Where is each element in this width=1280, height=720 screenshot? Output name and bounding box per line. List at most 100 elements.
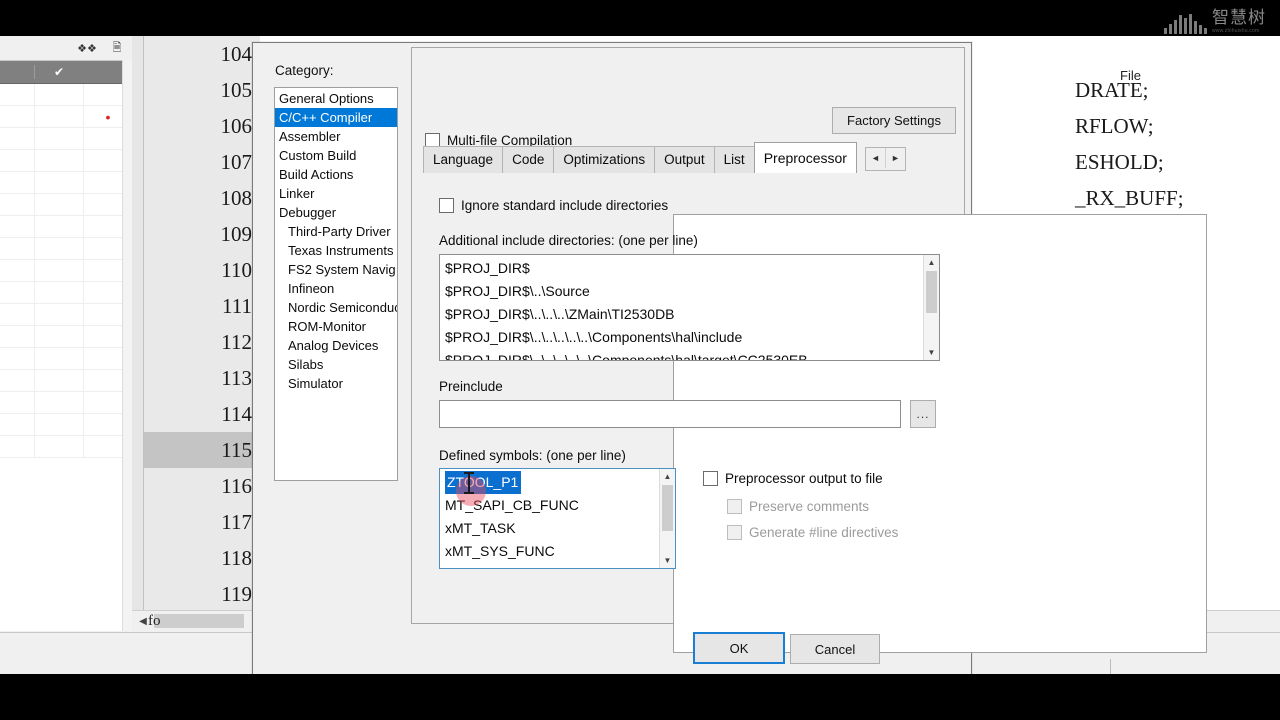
workspace-overview-icon[interactable]: ❖❖ (72, 37, 102, 59)
category-item-fs2-system-navig[interactable]: FS2 System Navig (275, 260, 397, 279)
preinclude-input[interactable] (439, 400, 901, 428)
preinclude-label: Preinclude (439, 379, 503, 394)
workspace-file-row[interactable] (0, 282, 132, 304)
generate-line-directives-row: Generate #line directives (727, 525, 898, 540)
category-item-nordic-semiconduc[interactable]: Nordic Semiconduc (275, 298, 397, 317)
workspace-file-row[interactable]: cstartu... (0, 392, 132, 414)
symbols-scroll-up-icon[interactable]: ▲ (660, 469, 675, 484)
category-item-c-c-compiler[interactable]: C/C++ Compiler (275, 108, 397, 127)
defined-symbol-row[interactable]: xMT_TASK (443, 517, 660, 540)
defined-symbol-row[interactable]: MT_SAPI_CB_FUNC (443, 494, 660, 517)
cancel-button[interactable]: Cancel (790, 634, 880, 664)
editor-breakpoint-bar[interactable] (132, 36, 144, 631)
include-scroll-track[interactable] (924, 270, 939, 345)
tab-optimizations[interactable]: Optimizations (553, 146, 656, 173)
add-files-icon[interactable]: 🗎 (102, 37, 132, 59)
tab-next-icon[interactable]: ► (886, 148, 905, 168)
defined-symbol-item[interactable]: MT_SAPI_CB_FUNC (445, 497, 579, 513)
include-directory-item[interactable]: $PROJ_DIR$\..\..\..\ZMain\TI2530DB (443, 303, 924, 326)
defined-symbol-row[interactable]: ZTOOL_P1 (443, 471, 660, 494)
workspace-file-row[interactable]: pp.h (0, 128, 132, 150)
workspace-file-row[interactable] (0, 238, 132, 260)
include-scroll-up-icon[interactable]: ▲ (924, 255, 939, 270)
category-item-assembler[interactable]: Assembler (275, 127, 397, 146)
symbols-scroll-down-icon[interactable]: ▼ (660, 553, 675, 568)
category-item-infineon[interactable]: Infineon (275, 279, 397, 298)
letterbox-top: 智慧树 www.zhihuishu.com (0, 0, 1280, 36)
defined-symbols-label: Defined symbols: (one per line) (439, 448, 626, 463)
workspace-header-check: ✔ (34, 65, 83, 79)
workspace-file-col1 (34, 194, 83, 215)
category-item-build-actions[interactable]: Build Actions (275, 165, 397, 184)
include-directory-item[interactable]: $PROJ_DIR$\..\Source (443, 280, 924, 303)
workspace-file-row[interactable] (0, 216, 132, 238)
workspace-scrollbar[interactable] (122, 60, 132, 631)
category-item-linker[interactable]: Linker (275, 184, 397, 203)
line-number: 113 (221, 366, 252, 390)
tab-output[interactable]: Output (654, 146, 715, 173)
defined-symbol-row[interactable]: xMT_SYS_FUNC (443, 540, 660, 563)
include-scroll-down-icon[interactable]: ▼ (924, 345, 939, 360)
tab-code[interactable]: Code (502, 146, 555, 173)
include-scroll-thumb[interactable] (926, 271, 937, 313)
category-listbox[interactable]: General Options C/C++ Compiler Assembler Cu… (274, 87, 398, 481)
tab-preprocessor[interactable]: Preprocessor (753, 142, 857, 173)
scroll-thumb[interactable] (154, 614, 244, 628)
ignore-standard-include-checkbox[interactable] (439, 198, 454, 213)
generate-line-directives-label: Generate #line directives (749, 525, 899, 540)
ok-button[interactable]: OK (693, 632, 785, 664)
symbols-scroll-thumb[interactable] (662, 485, 673, 531)
workspace-file-row[interactable]: ppHw.c (0, 150, 132, 172)
defined-symbol-item[interactable]: xMT_TASK (445, 520, 516, 536)
category-item-analog-devices[interactable]: Analog Devices (275, 336, 397, 355)
additional-include-items[interactable]: $PROJ_DIR$ $PROJ_DIR$\..\Source $PROJ_DIR$… (440, 255, 924, 360)
tab-scroll-arrows: ◄ ► (864, 147, 906, 171)
category-item-general-options[interactable]: General Options (275, 89, 397, 108)
category-item-debugger[interactable]: Debugger (275, 203, 397, 222)
preprocessor-output-label: Preprocessor output to file (725, 471, 883, 486)
tab-prev-icon[interactable]: ◄ (866, 148, 886, 168)
preprocessor-output-row[interactable]: Preprocessor output to file (703, 471, 883, 486)
category-item-custom-build[interactable]: Custom Build (275, 146, 397, 165)
symbols-scroll-track[interactable] (660, 484, 675, 553)
status-divider (1110, 659, 1111, 674)
watermark-bar-2 (1174, 20, 1177, 34)
workspace-file-row[interactable]: c (0, 414, 132, 436)
preprocessor-output-checkbox[interactable] (703, 471, 718, 486)
additional-include-listbox[interactable]: $PROJ_DIR$ $PROJ_DIR$\..\Source $PROJ_DIR$… (439, 254, 940, 361)
category-item-third-party-driver[interactable]: Third-Party Driver (275, 222, 397, 241)
include-list-scrollbar[interactable]: ▲ ▼ (923, 255, 939, 360)
watermark-url: www.zhihuishu.com (1212, 28, 1260, 34)
workspace-file-row[interactable]: ppHw.h (0, 172, 132, 194)
category-item-rom-monitor[interactable]: ROM-Monitor (275, 317, 397, 336)
line-number: 115 (221, 438, 252, 462)
workspace-file-row[interactable] (0, 260, 132, 282)
workspace-file-row[interactable]: h (0, 436, 132, 458)
workspace-file-row[interactable] (0, 370, 132, 392)
defined-symbol-item[interactable]: ZTOOL_P1 (445, 471, 522, 494)
category-item-texas-instruments[interactable]: Texas Instruments (275, 241, 397, 260)
include-directory-item[interactable]: $PROJ_DIR$ (443, 257, 924, 280)
defined-symbols-listbox[interactable]: ZTOOL_P1 MT_SAPI_CB_FUNC xMT_TASK xMT_SYS_F… (439, 468, 676, 569)
factory-settings-button[interactable]: Factory Settings (832, 107, 956, 134)
category-item-simulator[interactable]: Simulator (275, 374, 397, 393)
line-number: 111 (222, 294, 252, 318)
workspace-file-row[interactable] (0, 304, 132, 326)
include-directory-item[interactable]: $PROJ_DIR$\..\..\..\..\..\Components\hal… (443, 349, 924, 360)
defined-symbols-items[interactable]: ZTOOL_P1 MT_SAPI_CB_FUNC xMT_TASK xMT_SYS_F… (440, 469, 660, 568)
workspace-file-row[interactable] (0, 194, 132, 216)
symbols-scrollbar[interactable]: ▲ ▼ (659, 469, 675, 568)
include-directory-item[interactable]: $PROJ_DIR$\..\..\..\..\..\Components\hal… (443, 326, 924, 349)
category-item-silabs[interactable]: Silabs (275, 355, 397, 374)
workspace-file-row[interactable]: mpleA... (0, 84, 132, 106)
ignore-standard-include-row[interactable]: Ignore standard include directories (439, 198, 668, 213)
tab-language[interactable]: Language (423, 146, 504, 173)
workspace-file-row[interactable] (0, 348, 132, 370)
line-number: 119 (221, 582, 252, 606)
workspace-file-row[interactable]: pp.c• (0, 106, 132, 128)
tab-list[interactable]: List (713, 146, 755, 173)
preinclude-browse-button[interactable]: ... (910, 400, 936, 428)
workspace-file-row[interactable] (0, 326, 132, 348)
defined-symbol-item[interactable]: xMT_SYS_FUNC (445, 543, 555, 559)
line-number: 112 (221, 330, 252, 354)
